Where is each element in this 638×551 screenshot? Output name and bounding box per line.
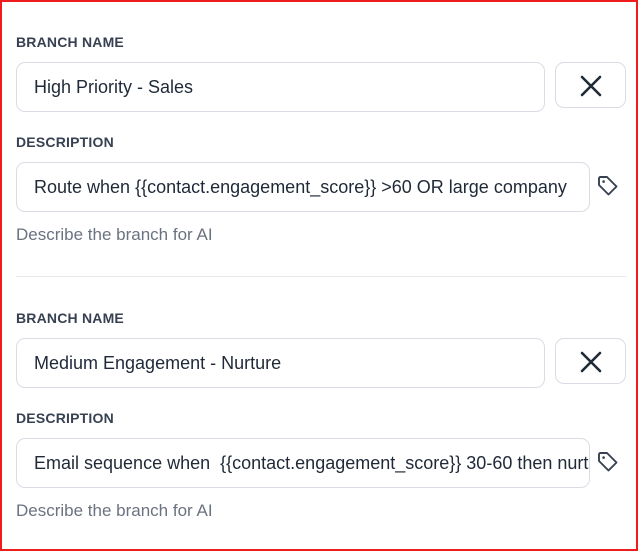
description-input[interactable] (17, 163, 589, 211)
description-help-text: Describe the branch for AI (16, 225, 213, 244)
close-icon (580, 351, 602, 373)
description-label: DESCRIPTION (16, 410, 114, 426)
branch-name-input[interactable] (17, 339, 544, 387)
branch-name-field[interactable] (16, 62, 545, 112)
tag-icon (598, 176, 618, 196)
branch-name-field[interactable] (16, 338, 545, 388)
description-field[interactable] (16, 162, 590, 212)
branch-editor-panel: BRANCH NAME DESCRIPTION Describe the bra… (0, 0, 638, 551)
description-field[interactable] (16, 438, 590, 488)
branch-name-label: BRANCH NAME (16, 34, 124, 50)
insert-variable-button[interactable] (594, 448, 622, 476)
insert-variable-button[interactable] (594, 172, 622, 200)
branch-section: BRANCH NAME DESCRIPTION Describe the bra… (16, 278, 626, 548)
close-icon (580, 75, 602, 97)
section-divider (16, 276, 626, 277)
description-help-text: Describe the branch for AI (16, 501, 213, 520)
remove-branch-button[interactable] (555, 62, 626, 108)
tag-icon (598, 452, 618, 472)
description-label: DESCRIPTION (16, 134, 114, 150)
description-input[interactable] (17, 439, 589, 487)
branch-name-input[interactable] (17, 63, 544, 111)
branch-section: BRANCH NAME DESCRIPTION Describe the bra… (16, 2, 626, 272)
remove-branch-button[interactable] (555, 338, 626, 384)
branch-name-label: BRANCH NAME (16, 310, 124, 326)
